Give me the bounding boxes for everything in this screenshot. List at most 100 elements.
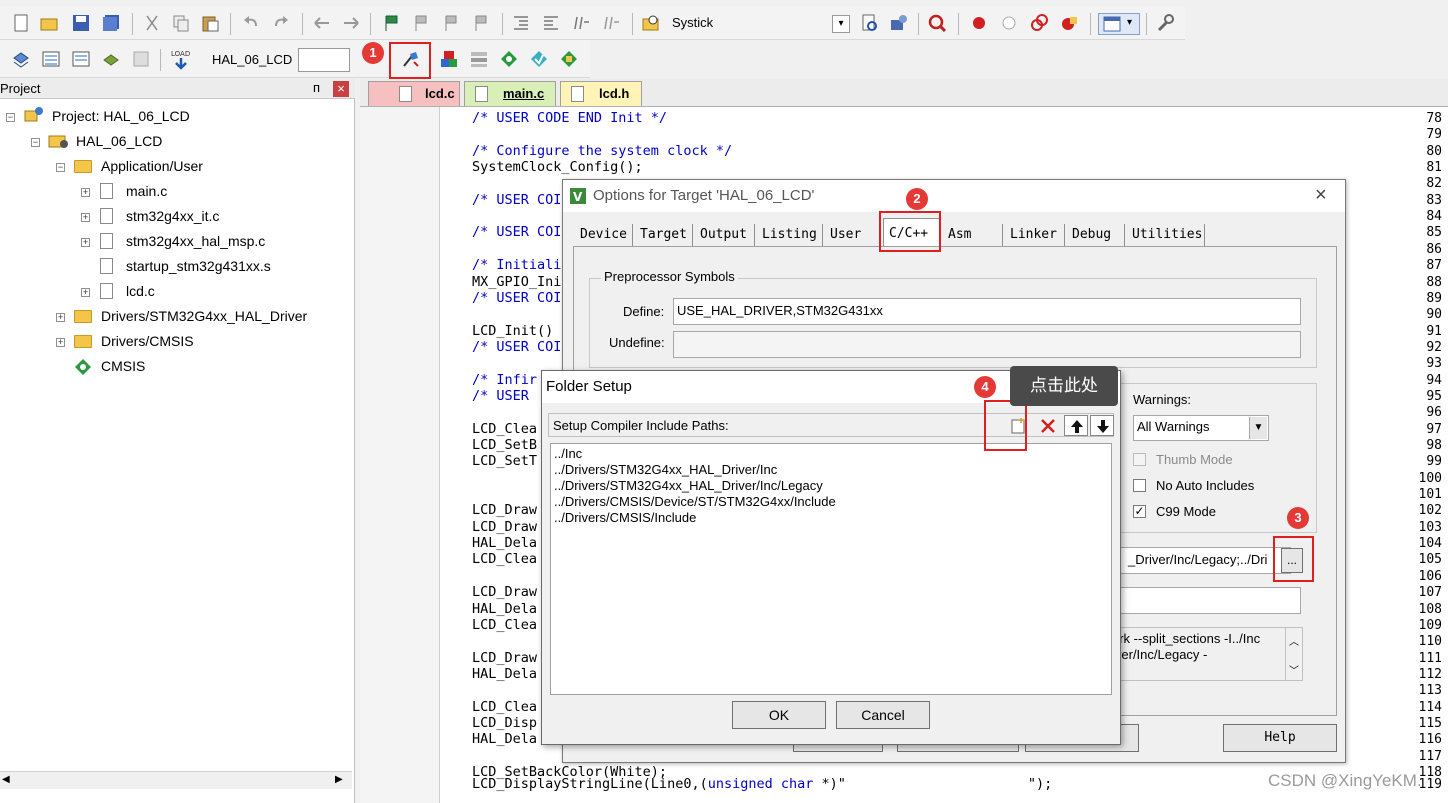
c99-mode-checkbox[interactable]: ✓ (1133, 505, 1146, 518)
collapse-icon[interactable]: − (31, 138, 40, 147)
move-up-button[interactable] (1064, 415, 1088, 436)
open-folder-icon[interactable] (40, 14, 58, 32)
chevron-down-icon[interactable]: ﹀ (1286, 662, 1302, 677)
tree-group-application-user[interactable]: Application/User (101, 155, 203, 177)
path-item[interactable]: ../Drivers/STM32G4xx_HAL_Driver/Inc/Lega… (554, 478, 823, 493)
thumb-mode-checkbox[interactable] (1133, 453, 1146, 466)
tree-target[interactable]: HAL_06_LCD (76, 130, 162, 152)
ok-button[interactable]: OK (732, 701, 826, 729)
tab-linker[interactable]: Linker (1005, 224, 1065, 246)
batch-build-icon[interactable] (102, 50, 120, 68)
debug-session-icon[interactable] (928, 14, 946, 32)
unindent-icon[interactable] (542, 14, 560, 32)
warnings-select[interactable]: All Warnings ▼ (1133, 415, 1269, 441)
tree-group-cmsis[interactable]: Drivers/CMSIS (101, 330, 194, 352)
undefine-input[interactable] (673, 331, 1301, 358)
tab-output[interactable]: Output (695, 224, 755, 246)
incremental-find-icon[interactable] (890, 14, 908, 32)
path-item[interactable]: ../Drivers/CMSIS/Include (554, 510, 696, 525)
expand-icon[interactable]: + (81, 188, 90, 197)
build-icon[interactable] (42, 50, 60, 68)
define-input[interactable]: USE_HAL_DRIVER,STM32G431xx (673, 298, 1301, 325)
close-icon[interactable]: × (333, 81, 349, 97)
expand-icon[interactable]: + (56, 338, 65, 347)
tree-file-startup-s[interactable]: startup_stm32g431xx.s (126, 255, 271, 277)
bookmark-icon[interactable] (382, 14, 400, 32)
translate-icon[interactable] (12, 50, 30, 68)
breakpoints-kill-all-icon[interactable] (1060, 14, 1078, 32)
help-button[interactable]: Help (1223, 724, 1337, 752)
tree-component-cmsis[interactable]: CMSIS (101, 355, 145, 377)
chevron-up-icon[interactable]: ︿ (1286, 633, 1302, 648)
collapse-icon[interactable]: − (56, 163, 65, 172)
expand-icon[interactable]: + (56, 313, 65, 322)
nav-back-icon[interactable] (313, 14, 331, 32)
compiler-control-scrollbar[interactable]: ︿ ﹀ (1285, 627, 1303, 681)
file-extensions-icon[interactable] (470, 50, 488, 68)
uncomment-icon[interactable] (602, 14, 620, 32)
expand-icon[interactable]: + (81, 238, 90, 247)
breakpoint-icon[interactable] (970, 14, 988, 32)
cut-icon[interactable] (143, 14, 161, 32)
tree-file-hal-msp-c[interactable]: stm32g4xx_hal_msp.c (126, 230, 265, 252)
expand-icon[interactable]: + (81, 288, 90, 297)
tree-project-root[interactable]: Project: HAL_06_LCD (52, 105, 190, 127)
breakpoints-disable-all-icon[interactable] (1030, 14, 1048, 32)
copy-icon[interactable] (172, 14, 190, 32)
pack-installer-icon[interactable] (500, 50, 518, 68)
horizontal-scrollbar[interactable]: ◀ ▶ (0, 771, 352, 789)
target-select[interactable] (298, 48, 350, 72)
configure-wrench-icon[interactable] (1156, 14, 1174, 32)
paths-list[interactable]: ../Inc ../Drivers/STM32G4xx_HAL_Driver/I… (550, 443, 1112, 695)
find-icon[interactable] (860, 14, 878, 32)
tree-group-hal-driver[interactable]: Drivers/STM32G4xx_HAL_Driver (101, 305, 307, 327)
manage-components-icon[interactable] (440, 50, 458, 68)
breakpoint-disable-icon[interactable] (1000, 14, 1018, 32)
comment-icon[interactable] (572, 14, 590, 32)
target-dropdown-button[interactable]: ▾ (832, 15, 850, 33)
stop-build-icon[interactable] (132, 50, 150, 68)
download-load-icon[interactable]: LOAD (170, 48, 192, 70)
tab-asm[interactable]: Asm (943, 224, 1003, 246)
scroll-right-icon[interactable]: ▶ (335, 774, 343, 785)
expand-icon[interactable]: + (81, 213, 90, 222)
tree-file-it-c[interactable]: stm32g4xx_it.c (126, 205, 219, 227)
no-auto-includes-checkbox[interactable] (1133, 479, 1146, 492)
path-item[interactable]: ../Drivers/CMSIS/Device/ST/STM32G4xx/Inc… (554, 494, 836, 509)
rebuild-icon[interactable] (72, 50, 90, 68)
tab-user[interactable]: User (825, 224, 881, 246)
tree-file-lcd-c[interactable]: lcd.c (126, 280, 155, 302)
path-item[interactable]: ../Drivers/STM32G4xx_HAL_Driver/Inc (554, 462, 777, 477)
tab-utilities[interactable]: Utilities (1127, 224, 1205, 246)
close-icon[interactable]: × (1315, 184, 1327, 207)
nav-forward-icon[interactable] (342, 14, 360, 32)
tab-listing[interactable]: Listing (757, 224, 823, 246)
tree-file-main-c[interactable]: main.c (126, 180, 167, 202)
save-all-icon[interactable] (102, 14, 120, 32)
undo-icon[interactable] (242, 14, 260, 32)
move-down-button[interactable] (1090, 415, 1114, 436)
tab-main-c[interactable]: main.c (464, 81, 556, 106)
scroll-left-icon[interactable]: ◀ (2, 774, 10, 785)
indent-icon[interactable] (512, 14, 530, 32)
path-item[interactable]: ../Inc (554, 446, 582, 461)
collapse-icon[interactable]: − (6, 113, 15, 122)
bookmark-clear-icon[interactable] (472, 14, 490, 32)
pin-icon[interactable]: ᴨ (313, 80, 320, 95)
tab-lcd-h[interactable]: lcd.h (560, 81, 642, 106)
bookmark-next-icon[interactable] (442, 14, 460, 32)
redo-icon[interactable] (272, 14, 290, 32)
cancel-button[interactable]: Cancel (836, 701, 930, 729)
select-software-packs-icon[interactable] (530, 50, 548, 68)
tab-lcd-c[interactable]: lcd.c (368, 81, 460, 106)
delete-path-icon[interactable] (1039, 417, 1057, 435)
tab-target[interactable]: Target (635, 224, 693, 246)
paste-icon[interactable] (201, 14, 219, 32)
new-file-icon[interactable] (12, 14, 30, 32)
save-icon[interactable] (72, 14, 90, 32)
find-in-files-icon[interactable] (642, 14, 660, 32)
tab-debug[interactable]: Debug (1067, 224, 1125, 246)
tab-device[interactable]: Device (575, 224, 633, 246)
pack-components-icon[interactable] (560, 50, 578, 68)
bookmark-prev-icon[interactable] (412, 14, 430, 32)
